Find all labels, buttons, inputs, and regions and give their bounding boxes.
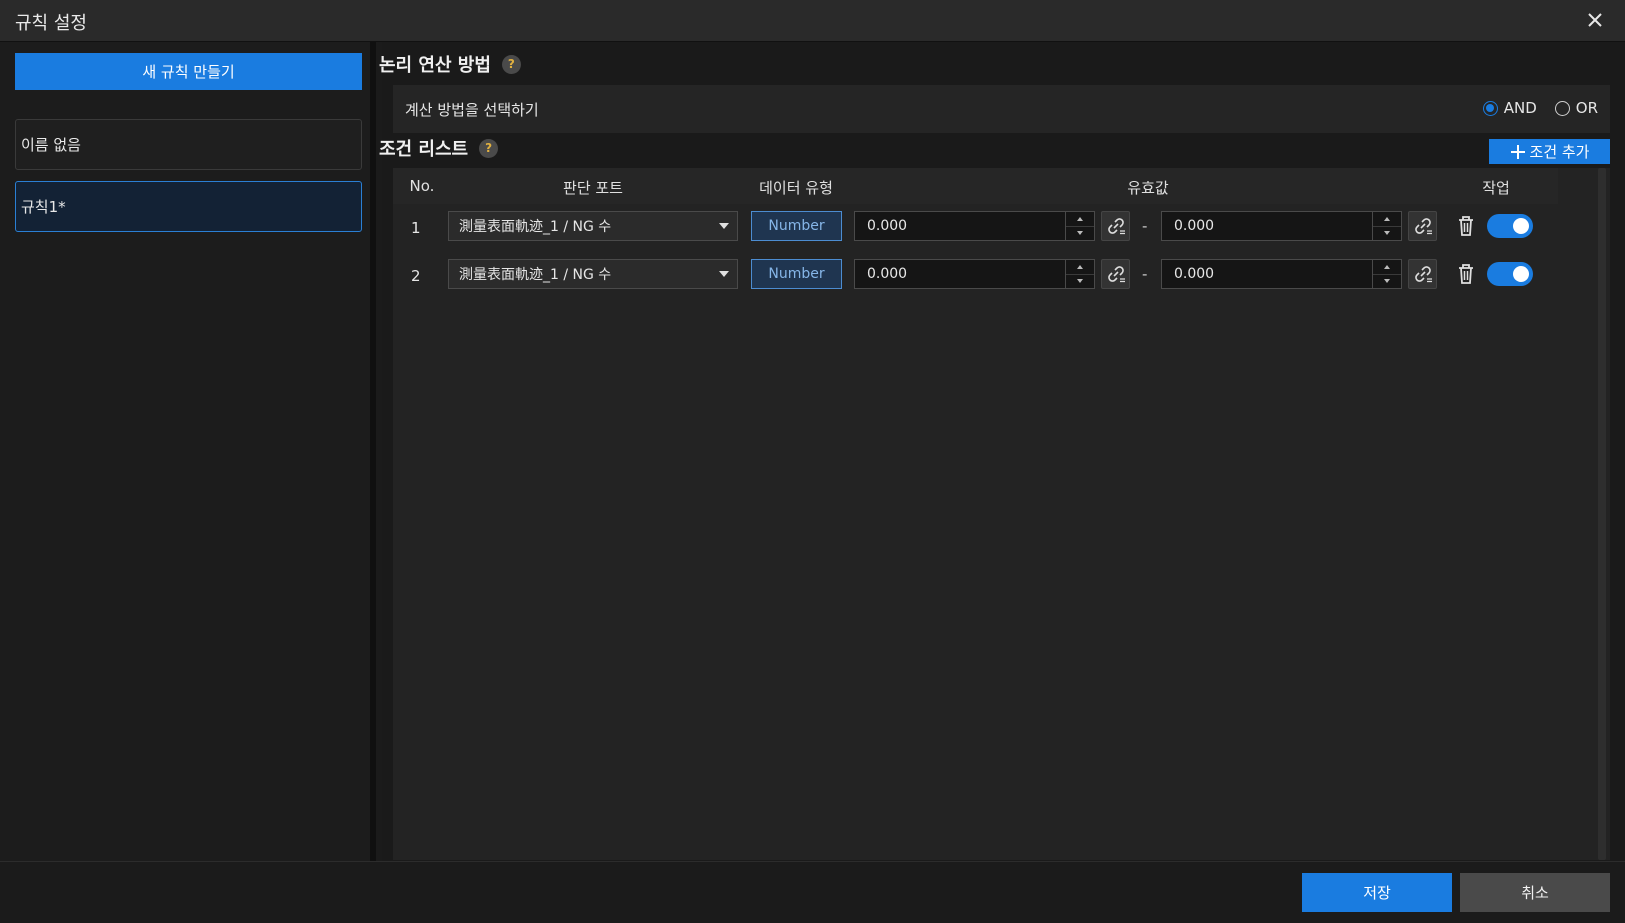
arrow-up-icon [1077,265,1083,269]
rule-sidebar: 새 규칙 만들기 이름 없음 규칙1* [0,42,376,861]
max-value-stepper[interactable] [1161,259,1402,289]
table-scrollbar[interactable] [1598,168,1606,860]
dialog-title: 규칙 설정 [15,13,87,34]
arrow-up-icon [1384,265,1390,269]
conditions-section-title: 조건 리스트 ? [379,135,499,161]
decrement-button[interactable] [1066,274,1094,288]
min-value-input[interactable] [855,260,1065,288]
cancel-button[interactable]: 취소 [1460,873,1610,912]
header-no: No. [409,177,435,195]
increment-button[interactable] [1373,212,1401,227]
trash-icon[interactable] [1455,262,1477,286]
data-type-button[interactable]: Number [751,211,842,241]
rule-detail-panel: 논리 연산 방법 ? 계산 방법을 선택하기 AND OR 조건 리스트 ? 조… [379,42,1625,861]
increment-button[interactable] [1373,260,1401,275]
link-icon [1107,218,1125,235]
header-action: 작업 [1482,179,1510,197]
increment-button[interactable] [1066,212,1094,227]
arrow-up-icon [1384,217,1390,221]
spin-buttons [1065,212,1094,240]
port-dropdown[interactable]: 測量表面軌迹_1 / NG 수 [448,259,738,289]
and-radio[interactable] [1482,100,1498,116]
min-value-stepper[interactable] [854,211,1095,241]
port-value: 測量表面軌迹_1 / NG 수 [459,267,612,283]
condition-table: No. 판단 포트 데이터 유형 유효값 작업 1 測量表面軌迹_1 / NG … [393,168,1610,860]
arrow-up-icon [1077,217,1083,221]
range-separator: - [1142,265,1148,283]
enable-toggle[interactable] [1487,262,1533,286]
conditions-title-text: 조건 리스트 [379,139,469,160]
arrow-down-icon [1384,231,1390,235]
link-variable-button[interactable] [1101,211,1130,241]
logic-section-title: 논리 연산 방법 ? [379,51,521,77]
port-dropdown[interactable]: 測量表面軌迹_1 / NG 수 [448,211,738,241]
spin-buttons [1372,260,1401,288]
arrow-down-icon [1077,279,1083,283]
or-radio[interactable] [1554,100,1570,116]
range-separator: - [1142,217,1148,235]
max-value-input[interactable] [1162,260,1372,288]
calc-method-row: 계산 방법을 선택하기 AND OR [393,85,1610,133]
dialog-footer: 저장 취소 [0,861,1625,923]
table-row: 1 測量表面軌迹_1 / NG 수 Number - [393,209,1558,249]
or-radio-label: OR [1575,99,1598,117]
new-rule-button[interactable]: 새 규칙 만들기 [15,53,362,90]
row-number: 1 [411,219,421,237]
table-header: No. 판단 포트 데이터 유형 유효값 작업 [393,168,1558,204]
max-value-input[interactable] [1162,212,1372,240]
link-variable-button[interactable] [1101,259,1130,289]
and-radio-label: AND [1503,99,1537,117]
rule-item-unnamed[interactable]: 이름 없음 [15,119,362,170]
decrement-button[interactable] [1373,226,1401,240]
arrow-down-icon [1384,279,1390,283]
add-condition-label: 조건 추가 [1529,143,1590,161]
increment-button[interactable] [1066,260,1094,275]
dialog-titlebar: 규칙 설정 [0,0,1625,42]
trash-icon[interactable] [1455,214,1477,238]
link-icon [1107,266,1125,283]
min-value-input[interactable] [855,212,1065,240]
plus-icon [1510,144,1525,159]
row-number: 2 [411,267,421,285]
chevron-down-icon [719,223,729,229]
rule-item-label: 이름 없음 [21,136,81,154]
help-icon[interactable]: ? [501,54,521,74]
logic-radio-group: AND OR [1482,99,1598,117]
logic-title-text: 논리 연산 방법 [379,55,491,76]
link-variable-button[interactable] [1408,259,1437,289]
header-type: 데이터 유형 [759,179,833,197]
chevron-down-icon [719,271,729,277]
link-variable-button[interactable] [1408,211,1437,241]
calc-method-label: 계산 방법을 선택하기 [405,100,539,119]
spin-buttons [1372,212,1401,240]
table-row: 2 測量表面軌迹_1 / NG 수 Number - [393,257,1558,297]
add-condition-button[interactable]: 조건 추가 [1489,139,1610,164]
link-icon [1414,266,1432,283]
header-valid: 유효값 [1127,179,1169,197]
save-button[interactable]: 저장 [1302,873,1452,912]
data-type-button[interactable]: Number [751,259,842,289]
link-icon [1414,218,1432,235]
decrement-button[interactable] [1066,226,1094,240]
decrement-button[interactable] [1373,274,1401,288]
help-icon[interactable]: ? [479,138,499,158]
enable-toggle[interactable] [1487,214,1533,238]
close-icon[interactable] [1581,6,1609,34]
max-value-stepper[interactable] [1161,211,1402,241]
rule-item-label: 규칙1* [21,198,66,216]
min-value-stepper[interactable] [854,259,1095,289]
rule-item-rule1[interactable]: 규칙1* [15,181,362,232]
header-port: 판단 포트 [563,179,623,197]
port-value: 測量表面軌迹_1 / NG 수 [459,219,612,235]
arrow-down-icon [1077,231,1083,235]
spin-buttons [1065,260,1094,288]
